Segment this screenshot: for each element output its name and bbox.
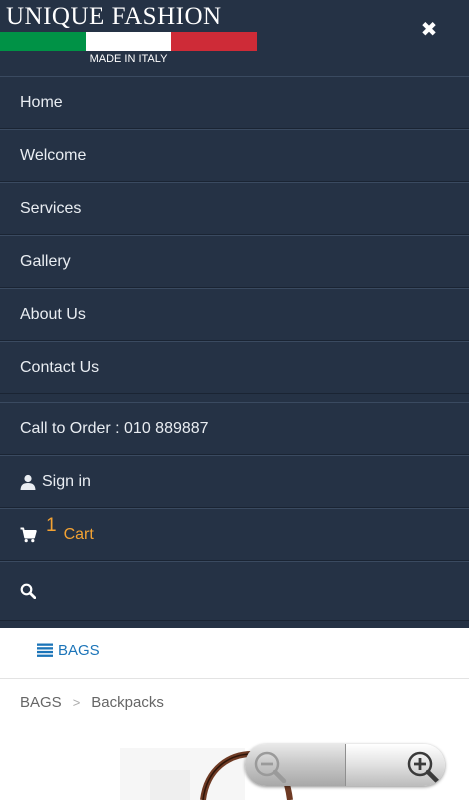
search-icon: [20, 582, 38, 600]
brand-tagline: MADE IN ITALY: [89, 53, 168, 65]
cart-icon: [20, 526, 38, 544]
call-to-order-link[interactable]: Call to Order : 010 889887: [0, 402, 469, 455]
list-icon: [37, 643, 55, 659]
search-button[interactable]: [0, 561, 469, 621]
logo[interactable]: UNIQUE FASHION MADE IN ITALY: [0, 0, 258, 70]
call-to-order-text: Call to Order : 010 889887: [20, 419, 209, 437]
menu-item-label: Services: [20, 199, 82, 217]
breadcrumb: BAGS > Backpacks: [20, 694, 164, 711]
menu-item-about-us[interactable]: About Us: [0, 288, 469, 341]
breadcrumb-item-bags[interactable]: BAGS: [20, 694, 62, 711]
menu-item-gallery[interactable]: Gallery: [0, 235, 469, 288]
brand-name: UNIQUE FASHION: [6, 3, 222, 30]
zoom-out-button[interactable]: [245, 744, 346, 786]
main-menu: Home Welcome Services Gallery About Us C…: [0, 76, 469, 621]
menu-item-services[interactable]: Services: [0, 182, 469, 235]
zoom-controls: [245, 744, 445, 786]
menu-item-contact-us[interactable]: Contact Us: [0, 341, 469, 394]
menu-item-label: Home: [20, 93, 63, 111]
user-icon: [20, 473, 38, 491]
menu-item-welcome[interactable]: Welcome: [0, 129, 469, 182]
zoom-in-button[interactable]: [345, 744, 445, 786]
cart-link[interactable]: 1 Cart: [0, 508, 469, 561]
menu-item-label: Welcome: [20, 146, 87, 164]
cart-label: Cart: [63, 525, 94, 543]
category-label: BAGS: [58, 642, 100, 659]
menu-item-label: Contact Us: [20, 358, 100, 376]
menu-item-home[interactable]: Home: [0, 76, 469, 129]
menu-item-label: About Us: [20, 305, 86, 323]
cart-count-badge: 1: [46, 514, 57, 536]
category-menu-button[interactable]: BAGS: [37, 642, 100, 659]
site-header: UNIQUE FASHION MADE IN ITALY ✖: [0, 0, 469, 77]
italian-flag: [0, 32, 258, 51]
menu-item-label: Gallery: [20, 252, 71, 270]
close-menu-button[interactable]: ✖: [416, 16, 442, 42]
close-icon: ✖: [420, 18, 438, 41]
breadcrumb-item-backpacks: Backpacks: [91, 694, 164, 711]
sign-in-link[interactable]: Sign in: [0, 455, 469, 508]
menu-divider: [0, 394, 469, 402]
navigation-panel: UNIQUE FASHION MADE IN ITALY ✖ Home Welc…: [0, 0, 469, 628]
breadcrumb-separator: >: [72, 695, 81, 710]
category-bar: BAGS: [0, 628, 469, 679]
sign-in-label: Sign in: [42, 472, 91, 490]
